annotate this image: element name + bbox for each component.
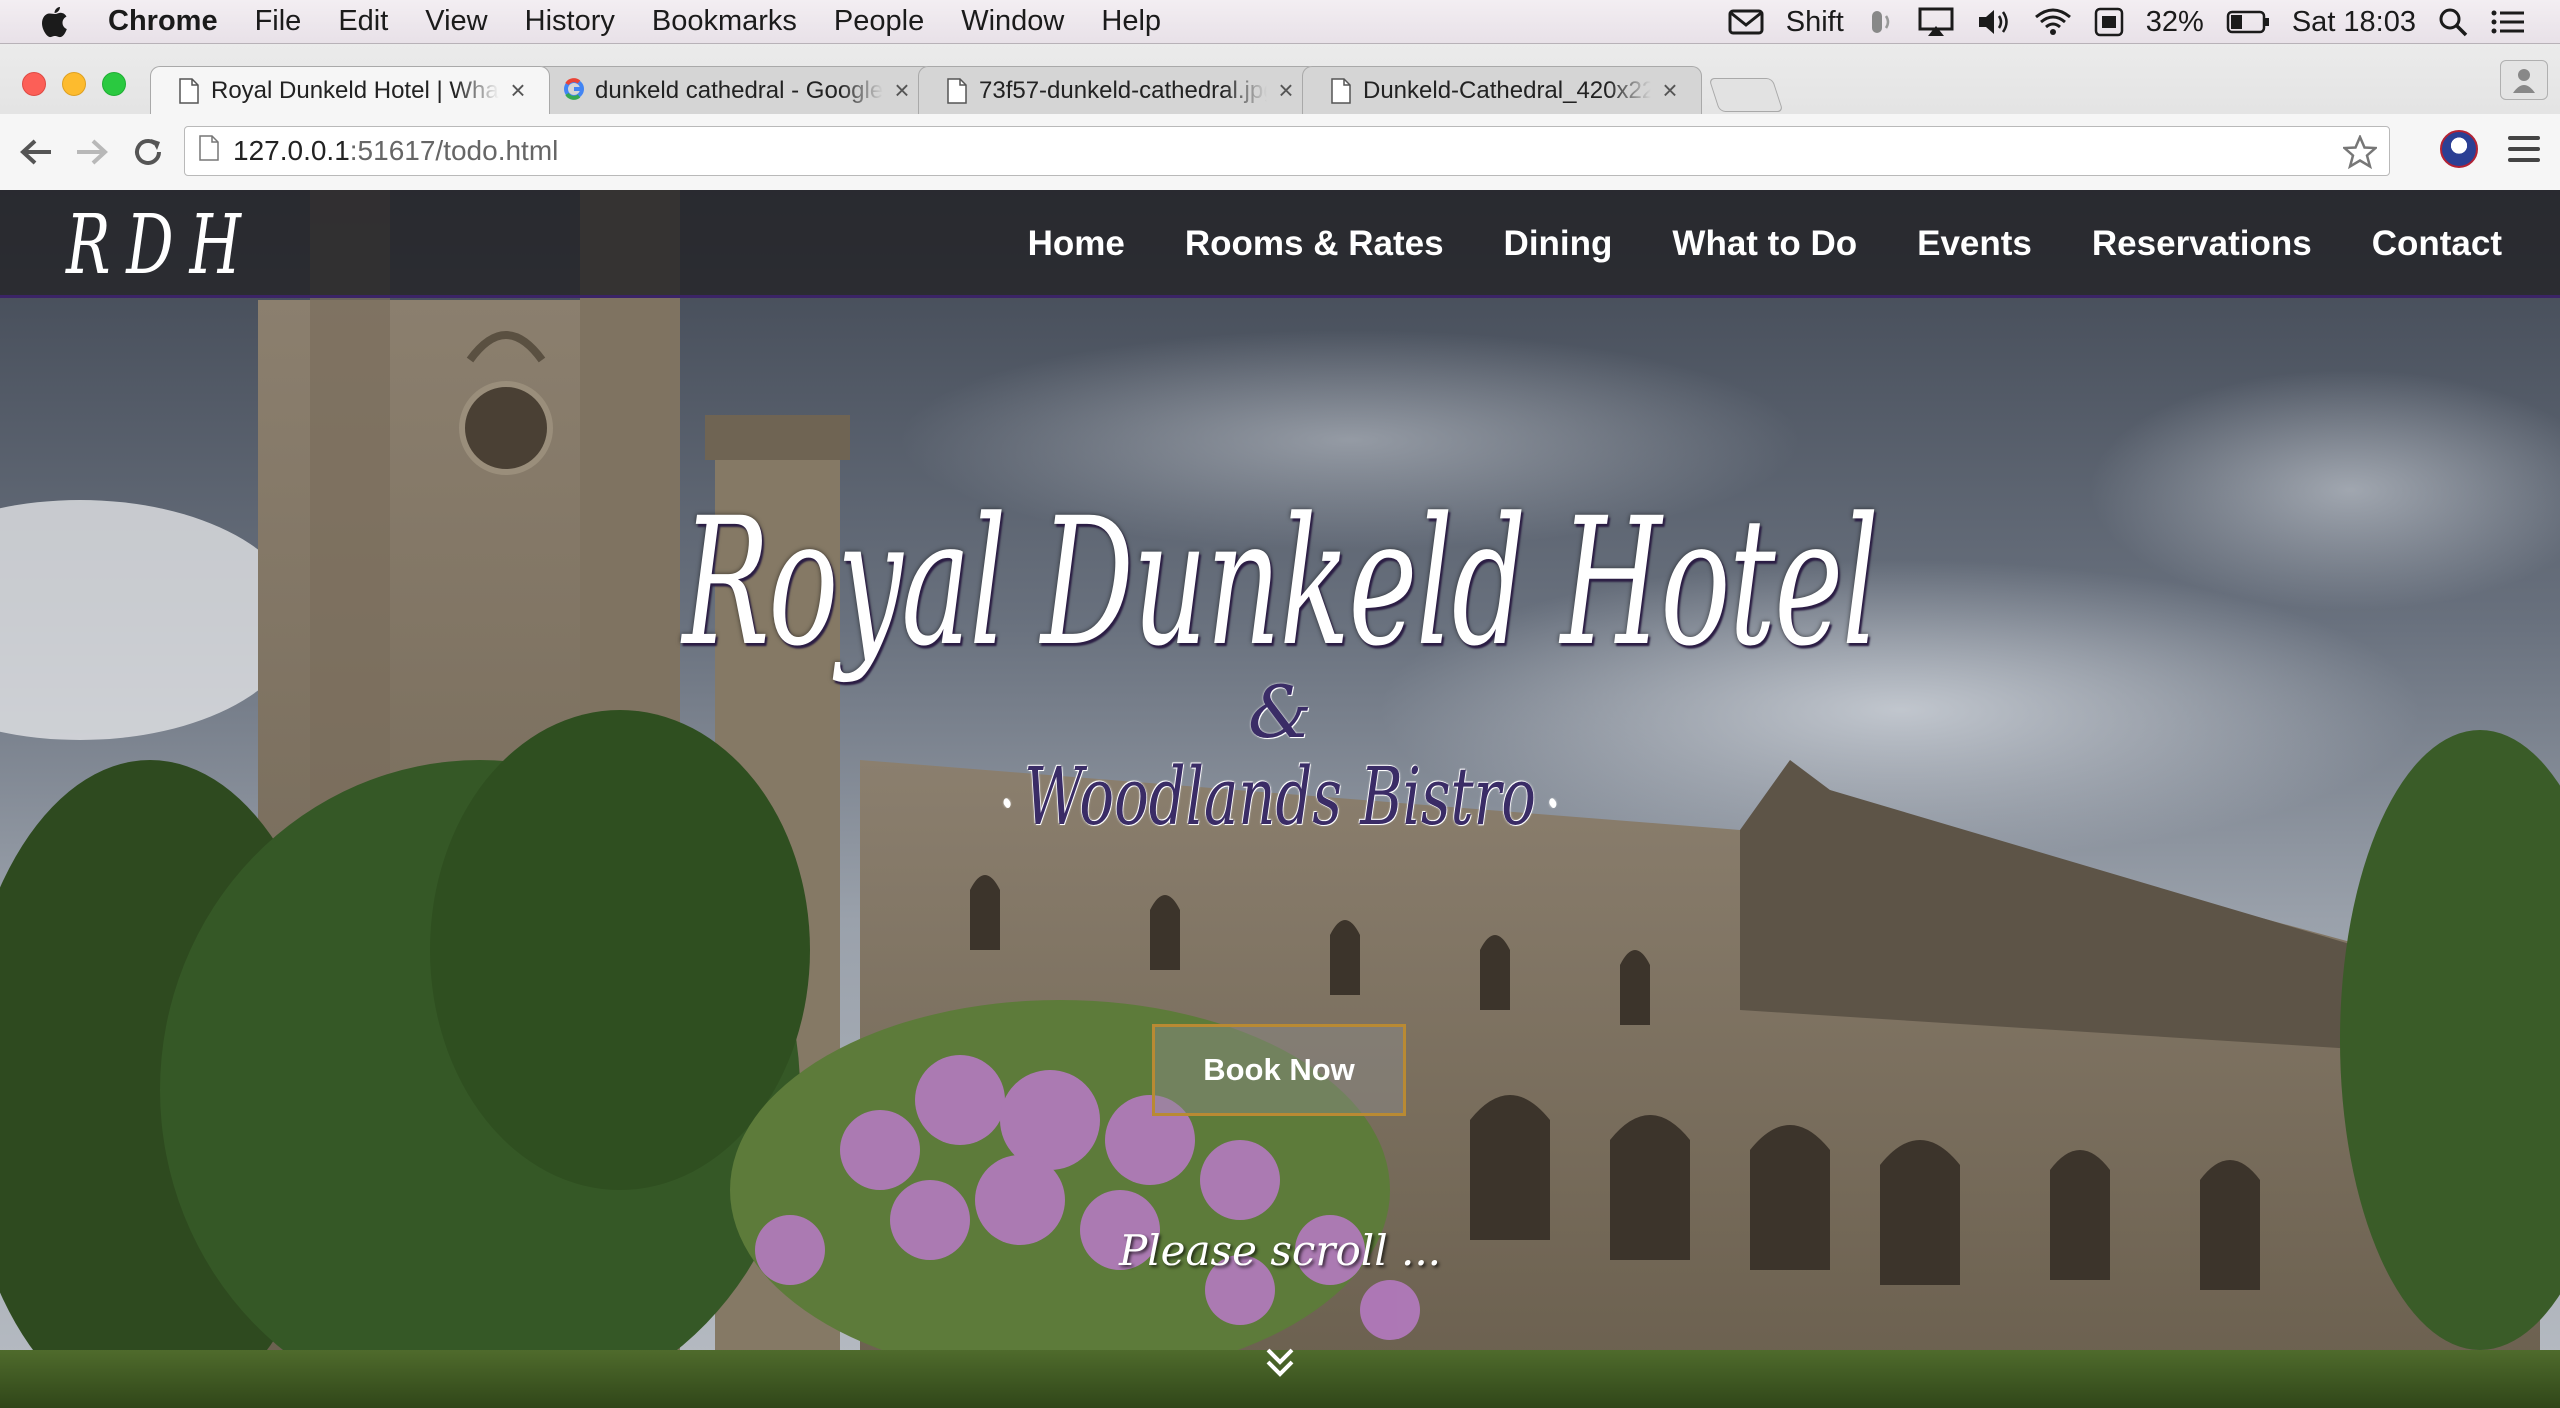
shift-indicator: Shift bbox=[1785, 5, 1844, 38]
page-viewport: RDH Home Rooms & Rates Dining What to Do… bbox=[0, 190, 2560, 1408]
close-window-button[interactable] bbox=[22, 72, 46, 96]
window-controls bbox=[22, 72, 126, 96]
battery-icon[interactable] bbox=[2226, 9, 2270, 35]
extension-badge-icon[interactable] bbox=[2440, 130, 2478, 168]
hero-title: Royal Dunkeld Hotel bbox=[682, 480, 1879, 685]
nav-events[interactable]: Events bbox=[1917, 224, 2032, 264]
site-logo[interactable]: RDH bbox=[66, 198, 257, 293]
book-now-button[interactable]: Book Now bbox=[1152, 1024, 1406, 1116]
nav-reservations[interactable]: Reservations bbox=[2092, 224, 2312, 264]
nav-what-to-do[interactable]: What to Do bbox=[1672, 224, 1857, 264]
profile-button[interactable] bbox=[2500, 60, 2548, 100]
hero-subtitle: · Woodlands Bistro · bbox=[358, 750, 2201, 843]
chevron-double-down-icon[interactable] bbox=[1262, 1344, 1298, 1380]
volume-icon[interactable] bbox=[1866, 7, 1896, 37]
page-icon bbox=[179, 77, 199, 104]
spotlight-icon[interactable] bbox=[2438, 7, 2468, 37]
url-path: :51617/todo.html bbox=[349, 135, 559, 166]
tab-google-search[interactable]: dunkeld cathedral - Google Search × bbox=[534, 66, 934, 114]
reload-icon[interactable] bbox=[128, 132, 168, 172]
tab-title: Dunkeld-Cathedral_420x220 bbox=[1363, 76, 1651, 104]
scroll-hint: Please scroll ... bbox=[1118, 1226, 1442, 1275]
site-nav: Home Rooms & Rates Dining What to Do Eve… bbox=[1028, 190, 2502, 298]
browser-chrome: Royal Dunkeld Hotel | What to Do × dunke… bbox=[0, 44, 2560, 190]
tab-close-icon[interactable]: × bbox=[507, 75, 529, 106]
tab-strip: Royal Dunkeld Hotel | What to Do × dunke… bbox=[150, 66, 1784, 114]
menu-file[interactable]: File bbox=[255, 5, 302, 38]
menu-people[interactable]: People bbox=[834, 5, 924, 38]
menu-help[interactable]: Help bbox=[1101, 5, 1161, 38]
macos-menu-bar: Chrome File Edit View History Bookmarks … bbox=[0, 0, 2560, 44]
address-bar[interactable]: 127.0.0.1:51617/todo.html bbox=[184, 126, 2390, 176]
tab-cathedral-420[interactable]: Dunkeld-Cathedral_420x220 × bbox=[1302, 66, 1702, 114]
tab-royal-dunkeld[interactable]: Royal Dunkeld Hotel | What to Do × bbox=[150, 66, 550, 114]
menu-clock[interactable]: Sat 18:03 bbox=[2292, 6, 2416, 39]
url-host: 127.0.0.1 bbox=[233, 135, 350, 166]
tab-cathedral-jpg[interactable]: 73f57-dunkeld-cathedral.jpg × bbox=[918, 66, 1318, 114]
google-icon bbox=[563, 77, 584, 104]
menu-app-name[interactable]: Chrome bbox=[108, 5, 218, 38]
menu-view[interactable]: View bbox=[425, 5, 487, 38]
menu-history[interactable]: History bbox=[525, 5, 615, 38]
page-icon bbox=[1331, 77, 1351, 104]
bookmark-star-icon[interactable] bbox=[2341, 133, 2379, 176]
mail-icon[interactable] bbox=[1728, 8, 1764, 36]
tab-close-icon[interactable]: × bbox=[1659, 75, 1681, 106]
apple-icon[interactable] bbox=[40, 5, 74, 39]
menu-window[interactable]: Window bbox=[961, 5, 1064, 38]
tab-title: 73f57-dunkeld-cathedral.jpg bbox=[979, 76, 1267, 104]
tab-title: dunkeld cathedral - Google Search bbox=[595, 76, 883, 104]
person-icon bbox=[2513, 69, 2535, 93]
browser-toolbar: 127.0.0.1:51617/todo.html bbox=[0, 114, 2560, 190]
forward-arrow-icon[interactable] bbox=[72, 132, 112, 172]
hero-subtitle-text: Woodlands Bistro bbox=[1024, 750, 1536, 843]
speaker-icon[interactable] bbox=[1976, 7, 2012, 37]
menu-bar-status-area: Shift 32% Sat 18:03 bbox=[1728, 0, 2526, 44]
nav-home[interactable]: Home bbox=[1028, 224, 1125, 264]
airplay-icon[interactable] bbox=[1918, 7, 1954, 37]
zoom-window-button[interactable] bbox=[102, 72, 126, 96]
menu-edit[interactable]: Edit bbox=[338, 5, 388, 38]
site-header: RDH Home Rooms & Rates Dining What to Do… bbox=[0, 190, 2560, 298]
back-arrow-icon[interactable] bbox=[16, 132, 56, 172]
page-icon bbox=[947, 77, 967, 104]
nav-dining[interactable]: Dining bbox=[1504, 224, 1613, 264]
nav-contact[interactable]: Contact bbox=[2372, 224, 2502, 264]
decorative-dot: · bbox=[1545, 769, 1560, 839]
hero-ampersand: & bbox=[1247, 670, 1313, 754]
tab-title: Royal Dunkeld Hotel | What to Do bbox=[211, 76, 499, 104]
input-icon[interactable] bbox=[2094, 7, 2124, 37]
decorative-dot: · bbox=[1000, 769, 1015, 839]
wifi-icon[interactable] bbox=[2034, 7, 2072, 37]
new-tab-button[interactable] bbox=[1708, 78, 1784, 112]
nav-rooms-rates[interactable]: Rooms & Rates bbox=[1185, 224, 1444, 264]
battery-percent: 32% bbox=[2145, 5, 2204, 38]
notification-list-icon[interactable] bbox=[2490, 8, 2526, 36]
minimize-window-button[interactable] bbox=[62, 72, 86, 96]
tab-close-icon[interactable]: × bbox=[1275, 75, 1297, 106]
menu-bookmarks[interactable]: Bookmarks bbox=[652, 5, 797, 38]
chrome-menu-icon[interactable] bbox=[2508, 136, 2540, 162]
page-icon bbox=[199, 134, 219, 168]
tab-close-icon[interactable]: × bbox=[891, 75, 913, 106]
